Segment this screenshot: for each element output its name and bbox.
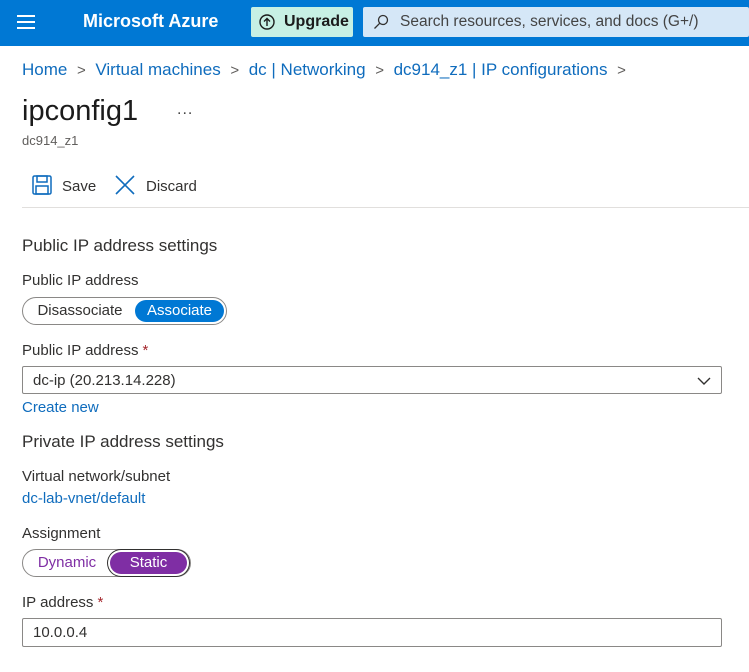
required-marker: * — [142, 342, 149, 359]
save-label: Save — [62, 178, 97, 195]
vnet-label: Virtual network/subnet — [22, 468, 171, 485]
breadcrumb-virtual-machines[interactable]: Virtual machines — [95, 60, 220, 79]
chevron-right-icon: > — [617, 62, 626, 79]
close-icon — [115, 175, 135, 195]
public-ip-section-title: Public IP address settings — [22, 236, 218, 255]
chevron-right-icon: > — [76, 62, 86, 79]
breadcrumb-ip-configurations[interactable]: dc914_z1 | IP configurations — [394, 60, 608, 79]
save-button[interactable]: Save — [31, 172, 99, 200]
search-input[interactable]: Search resources, services, and docs (G+… — [363, 7, 749, 37]
ip-address-label-text: IP address — [22, 594, 94, 611]
create-new-link[interactable]: Create new — [22, 399, 99, 416]
public-ip-field-label-text: Public IP address — [22, 342, 139, 359]
search-icon — [374, 14, 389, 29]
required-marker: * — [97, 594, 104, 611]
static-option[interactable]: Static — [110, 552, 187, 574]
discard-button[interactable]: Discard — [114, 172, 204, 200]
vnet-link[interactable]: dc-lab-vnet/default — [22, 490, 145, 507]
dynamic-option[interactable]: Dynamic — [26, 552, 108, 574]
chevron-down-icon — [697, 377, 711, 385]
chevron-right-icon: > — [230, 62, 240, 79]
public-ip-dropdown-value: dc-ip (20.213.14.228) — [33, 372, 176, 389]
discard-label: Discard — [146, 178, 197, 195]
search-placeholder: Search resources, services, and docs (G+… — [400, 13, 699, 30]
private-ip-section-title: Private IP address settings — [22, 432, 224, 451]
ip-address-label: IP address * — [22, 594, 103, 611]
assignment-label: Assignment — [22, 525, 101, 542]
public-ip-field-label: Public IP address * — [22, 342, 148, 359]
hamburger-menu-icon[interactable] — [17, 14, 37, 30]
public-ip-toggle-label: Public IP address — [22, 272, 139, 289]
public-ip-dropdown[interactable]: dc-ip (20.213.14.228) — [22, 366, 722, 394]
save-icon — [32, 175, 52, 195]
toolbar-divider — [22, 207, 749, 208]
top-bar: Microsoft Azure Upgrade Search resources… — [0, 0, 749, 46]
associate-option[interactable]: Associate — [135, 300, 224, 322]
public-ip-toggle[interactable]: Disassociate Associate — [22, 297, 227, 325]
upgrade-button[interactable]: Upgrade — [251, 7, 353, 37]
upgrade-label: Upgrade — [284, 13, 349, 30]
assignment-toggle[interactable]: Dynamic Static — [22, 549, 191, 577]
arrow-up-circle-icon — [259, 14, 275, 30]
more-options-button[interactable]: ... — [177, 101, 193, 119]
page-title: ipconfig1 — [22, 95, 139, 127]
breadcrumb-dc-networking[interactable]: dc | Networking — [249, 60, 366, 79]
ip-address-input[interactable]: 10.0.0.4 — [22, 618, 722, 647]
breadcrumb-home[interactable]: Home — [22, 60, 67, 79]
breadcrumb: Home > Virtual machines > dc | Networking > dc… — [22, 60, 636, 80]
page-subtitle: dc914_z1 — [22, 133, 79, 148]
brand-title[interactable]: Microsoft Azure — [83, 11, 218, 32]
chevron-right-icon: > — [375, 62, 384, 79]
disassociate-option[interactable]: Disassociate — [26, 300, 134, 322]
ip-address-value: 10.0.0.4 — [33, 624, 88, 641]
